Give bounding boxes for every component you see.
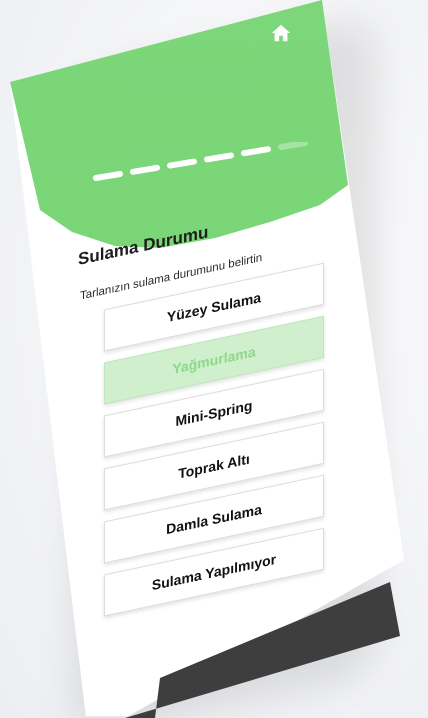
content-area: Sulama Durumu Tarlanızın sulama durumunu…: [78, 180, 408, 622]
home-icon: [271, 24, 291, 42]
irrigation-options: Yüzey Sulama Yağmurlama Mini-Spring Toprak …: [104, 245, 408, 617]
phone: Sulama Durumu Tarlanızın sulama durumunu…: [0, 0, 428, 718]
progress-step-3: [167, 158, 197, 169]
home-button[interactable]: [266, 18, 296, 48]
progress-step-4: [204, 152, 234, 163]
progress-step-6: [278, 142, 308, 150]
stage: Sulama Durumu Tarlanızın sulama durumunu…: [0, 0, 428, 718]
progress-step-2: [130, 164, 160, 175]
progress-step-5: [241, 146, 271, 157]
progress-indicator: [93, 142, 308, 181]
progress-step-1: [93, 171, 123, 181]
